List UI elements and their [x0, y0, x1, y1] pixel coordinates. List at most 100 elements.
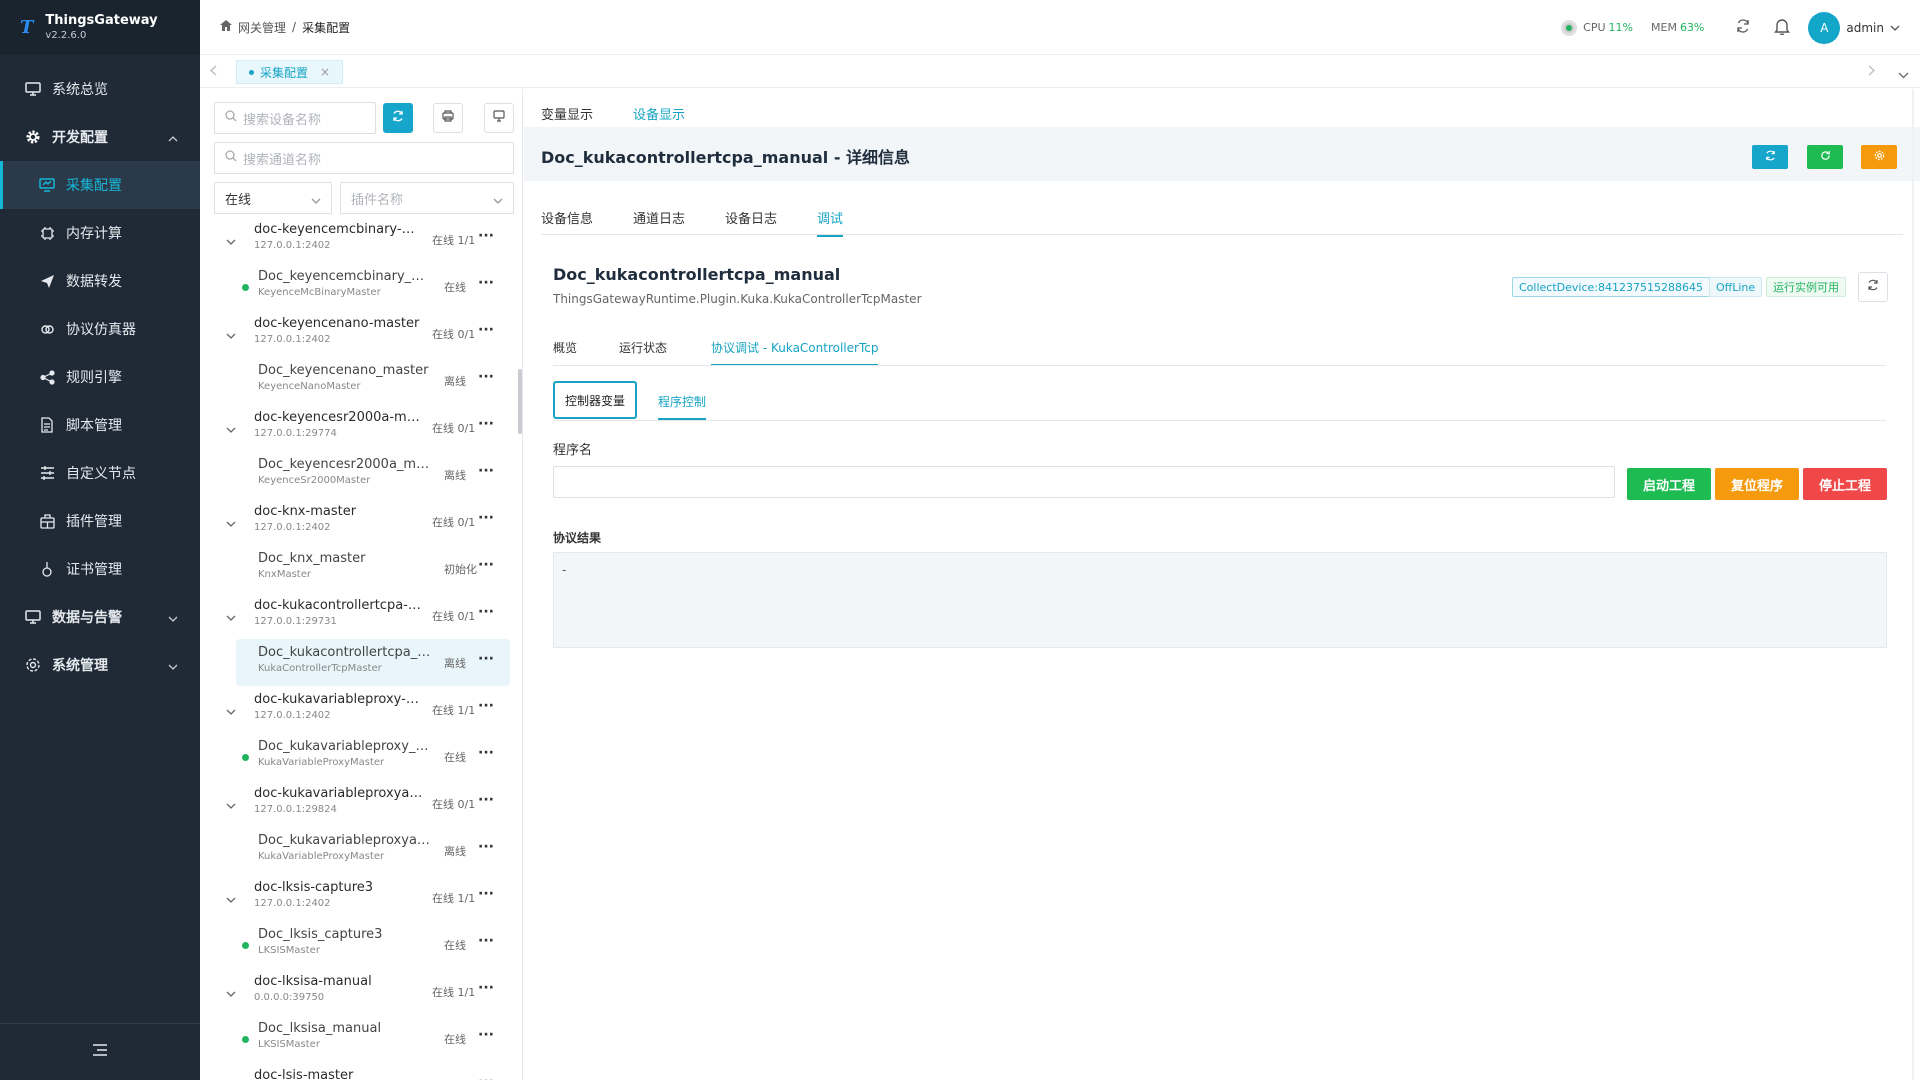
refresh-button[interactable]: [383, 103, 413, 133]
sidebar-item-plugin-manage[interactable]: 插件管理: [0, 497, 200, 545]
more-icon[interactable]: ···: [478, 1074, 494, 1080]
tab-device-log[interactable]: 设备日志: [725, 208, 777, 227]
device-row[interactable]: Doc_kukacontrollertcpa_man... KukaControl…: [236, 639, 510, 686]
channel-row[interactable]: doc-kukacontrollertcpa-ma... 127.0.0.1:29…: [200, 592, 518, 639]
tab-run-state[interactable]: 运行状态: [619, 339, 667, 356]
scrollbar-thumb[interactable]: [518, 369, 522, 434]
channel-row[interactable]: doc-knx-master 127.0.0.1:2402 在线 0/1 ···: [200, 498, 518, 545]
view-toggle-button[interactable]: [484, 103, 514, 133]
sidebar-item-memory-compute[interactable]: 内存计算: [0, 209, 200, 257]
chevron-down-icon[interactable]: [1890, 21, 1900, 34]
more-icon[interactable]: ···: [478, 416, 494, 432]
search-device-input[interactable]: 搜索设备名称: [214, 102, 376, 134]
sidebar-group-data-alarm[interactable]: 数据与告警: [0, 593, 200, 641]
channel-row[interactable]: doc-kukavariableproxy-cap... 127.0.0.1:24…: [200, 686, 518, 733]
sidebar-item-custom-node[interactable]: 自定义节点: [0, 449, 200, 497]
more-icon[interactable]: ···: [478, 322, 494, 338]
more-icon[interactable]: ···: [478, 980, 494, 996]
bell-icon[interactable]: [1774, 18, 1791, 38]
more-icon[interactable]: ···: [478, 604, 494, 620]
settings-button[interactable]: [1861, 145, 1897, 169]
brand-name: ThingsGateway: [45, 12, 158, 28]
sidebar-item-cert-manage[interactable]: 证书管理: [0, 545, 200, 593]
more-icon[interactable]: ···: [478, 792, 494, 808]
more-icon[interactable]: ···: [478, 745, 494, 761]
device-row[interactable]: Doc_lksis_capture3 LKSISMaster 在线 ···: [200, 921, 518, 968]
status-filter-select[interactable]: 在线: [214, 182, 332, 214]
reset-program-button[interactable]: 复位程序: [1715, 468, 1799, 500]
more-icon[interactable]: ···: [478, 886, 494, 902]
tab-collect-config[interactable]: 采集配置 ×: [236, 60, 344, 84]
more-icon[interactable]: ···: [478, 1027, 494, 1043]
tab-device-info[interactable]: 设备信息: [541, 208, 593, 227]
more-icon[interactable]: ···: [478, 275, 494, 291]
channel-row[interactable]: doc-keyencemcbinary-mas... 127.0.0.1:2402…: [200, 223, 518, 263]
sidebar-item-rule-engine[interactable]: 规则引擎: [0, 353, 200, 401]
channel-row[interactable]: doc-keyencenano-master 127.0.0.1:2402 在线 0…: [200, 310, 518, 357]
chevron-right-icon[interactable]: [1868, 65, 1875, 80]
tab-protocol-debug[interactable]: 协议调试 - KukaControllerTcp: [711, 339, 879, 366]
tab-overview[interactable]: 概览: [553, 339, 577, 356]
chevron-down-icon[interactable]: [226, 516, 236, 531]
program-name-input[interactable]: [553, 466, 1615, 498]
channel-row[interactable]: doc-keyencesr2000a-manual 127.0.0.1:29774…: [200, 404, 518, 451]
tab-variable-display[interactable]: 变量显示: [541, 104, 593, 123]
chevron-down-icon[interactable]: [226, 704, 236, 719]
user-name[interactable]: admin: [1846, 21, 1884, 35]
sidebar-item-script-manage[interactable]: 脚本管理: [0, 401, 200, 449]
device-row[interactable]: Doc_keyencesr2000a_manual KeyenceSr2000Ma…: [200, 451, 518, 498]
avatar[interactable]: A: [1808, 11, 1841, 44]
chevron-down-icon[interactable]: [226, 892, 236, 907]
device-row[interactable]: Doc_keyencemcbinary_master KeyenceMcBinar…: [200, 263, 518, 310]
plugin-filter-select[interactable]: 插件名称: [340, 182, 514, 214]
chevron-down-icon[interactable]: [226, 610, 236, 625]
tab-channel-log[interactable]: 通道日志: [633, 208, 685, 227]
more-icon[interactable]: ···: [478, 839, 494, 855]
channel-row[interactable]: doc-kukavariableproxya-m... 127.0.0.1:298…: [200, 780, 518, 827]
chevron-down-icon[interactable]: [226, 422, 236, 437]
more-icon[interactable]: ···: [478, 651, 494, 667]
tab-controller-variables[interactable]: 控制器变量: [553, 381, 637, 419]
more-icon[interactable]: ···: [478, 557, 494, 573]
device-row[interactable]: Doc_lksisa_manual LKSISMaster 在线 ···: [200, 1015, 518, 1062]
sidebar-item-data-forward[interactable]: 数据转发: [0, 257, 200, 305]
chevron-down-icon[interactable]: [226, 798, 236, 813]
chevron-left-icon[interactable]: [210, 65, 217, 80]
more-icon[interactable]: ···: [478, 228, 494, 244]
channel-row[interactable]: doc-lksis-capture3 127.0.0.1:2402 在线 1/1 ··…: [200, 874, 518, 921]
device-row[interactable]: Doc_keyencenano_master KeyenceNanoMaster 离…: [200, 357, 518, 404]
sidebar-item-protocol-simulator[interactable]: 协议仿真器: [0, 305, 200, 353]
chevron-down-icon[interactable]: [226, 986, 236, 1001]
more-icon[interactable]: ···: [478, 463, 494, 479]
tab-device-display[interactable]: 设备显示: [633, 104, 686, 133]
sidebar-item-collect-config[interactable]: 采集配置: [0, 161, 200, 209]
more-icon[interactable]: ···: [478, 698, 494, 714]
tab-debug[interactable]: 调试: [817, 208, 844, 237]
close-icon[interactable]: ×: [320, 65, 330, 79]
sidebar-collapse-button[interactable]: [0, 1023, 200, 1080]
channel-row[interactable]: doc-lsis-master在线 1/1···: [200, 1062, 518, 1080]
refresh-icon[interactable]: [1736, 19, 1750, 36]
device-row[interactable]: Doc_kukavariableproxya_ma... KukaVariable…: [200, 827, 518, 874]
search-channel-input[interactable]: 搜索通道名称: [214, 142, 514, 174]
sidebar-item-overview[interactable]: 系统总览: [0, 65, 200, 113]
more-icon[interactable]: ···: [478, 933, 494, 949]
device-row[interactable]: Doc_knx_master KnxMaster 初始化 ···: [200, 545, 518, 592]
refresh-device-button[interactable]: [1858, 272, 1888, 302]
start-project-button[interactable]: 启动工程: [1627, 468, 1711, 500]
chevron-down-icon[interactable]: [1898, 68, 1909, 83]
more-icon[interactable]: ···: [478, 510, 494, 526]
chevron-down-icon[interactable]: [226, 234, 236, 249]
breadcrumb-item[interactable]: 网关管理: [238, 19, 286, 36]
sidebar-group-dev-config[interactable]: 开发配置: [0, 113, 200, 161]
refresh-detail-button[interactable]: [1752, 145, 1788, 169]
channel-row[interactable]: doc-lksisa-manual 0.0.0.0:39750 在线 1/1 ···: [200, 968, 518, 1015]
more-icon[interactable]: ···: [478, 369, 494, 385]
restart-button[interactable]: [1807, 145, 1843, 169]
sidebar-group-system[interactable]: 系统管理: [0, 641, 200, 689]
chevron-down-icon[interactable]: [226, 328, 236, 343]
device-row[interactable]: Doc_kukavariableproxy_capt... KukaVariabl…: [200, 733, 518, 780]
tab-program-control[interactable]: 程序控制: [658, 393, 707, 420]
stop-project-button[interactable]: 停止工程: [1803, 468, 1887, 500]
export-button[interactable]: [433, 103, 463, 133]
